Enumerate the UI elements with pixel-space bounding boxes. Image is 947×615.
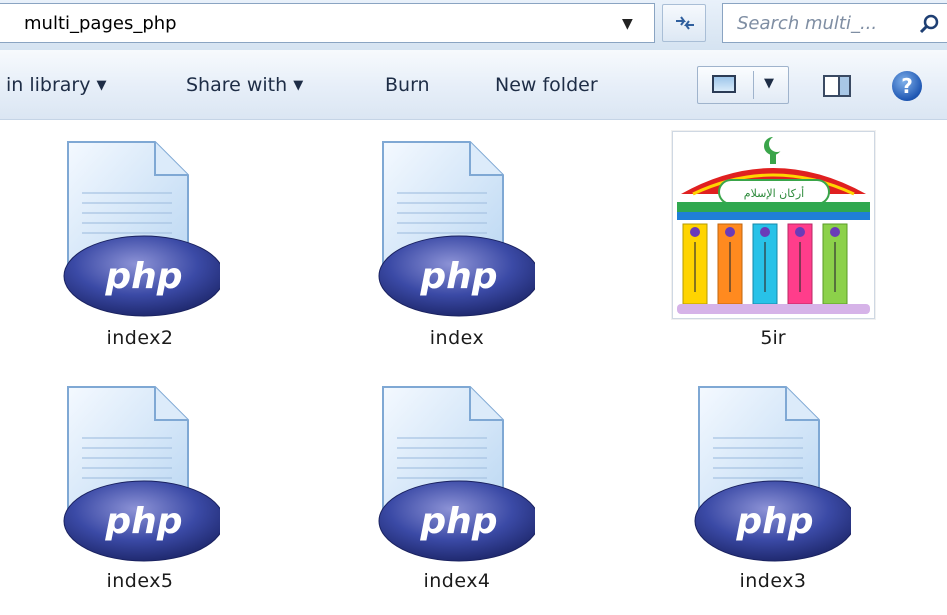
php-file-icon: php <box>63 386 220 562</box>
address-path[interactable]: multi_pages_php <box>24 13 177 34</box>
image-preview: أركان الإسلام <box>677 136 870 314</box>
change-view-button[interactable]: ▼ <box>697 66 789 104</box>
address-history-dropdown-icon[interactable]: ▼ <box>622 16 633 32</box>
share-with-label: Share with <box>186 74 288 96</box>
divider <box>753 71 754 99</box>
php-badge-text: php <box>104 256 182 297</box>
chevron-down-icon: ▼ <box>293 78 304 93</box>
file-name: 5ir <box>760 327 786 349</box>
image-caption: أركان الإسلام <box>744 186 804 200</box>
php-badge-text: php <box>735 501 813 542</box>
command-bar: in library ▼ Share with ▼ Burn New folder … <box>0 50 947 120</box>
file-name: index5 <box>106 570 174 592</box>
search-icon[interactable] <box>919 13 941 35</box>
preview-pane-icon[interactable] <box>823 75 851 97</box>
php-file-icon: php <box>63 141 220 317</box>
search-input[interactable]: Search multi_... <box>737 13 877 34</box>
burn-button[interactable]: Burn <box>385 74 430 96</box>
file-name: index <box>429 327 485 349</box>
file-item[interactable]: php index3 <box>653 375 893 615</box>
file-item[interactable]: php index4 <box>337 375 577 615</box>
file-name: index2 <box>106 327 174 349</box>
include-in-library-label: in library <box>6 74 91 96</box>
php-badge-text: php <box>419 501 497 542</box>
file-name: index4 <box>423 570 491 592</box>
file-name: index3 <box>739 570 807 592</box>
refresh-button[interactable] <box>662 4 706 42</box>
help-icon[interactable]: ? <box>892 71 922 101</box>
view-icon <box>712 75 736 93</box>
new-folder-button[interactable]: New folder <box>495 74 598 96</box>
file-item[interactable]: php index <box>337 130 577 370</box>
refresh-icon <box>676 16 694 30</box>
address-bar[interactable]: multi_pages_php ▼ <box>0 3 655 43</box>
file-item[interactable]: php index2 <box>20 130 260 370</box>
php-badge-text: php <box>104 501 182 542</box>
chevron-down-icon[interactable]: ▼ <box>764 76 774 91</box>
php-badge-text: php <box>419 256 497 297</box>
share-with-button[interactable]: Share with ▼ <box>186 74 303 96</box>
file-item[interactable]: php index5 <box>20 375 260 615</box>
image-thumbnail[interactable]: أركان الإسلام <box>672 131 875 319</box>
php-file-icon: php <box>694 386 851 562</box>
search-box[interactable]: Search multi_... <box>722 3 947 43</box>
include-in-library-button[interactable]: in library ▼ <box>6 74 107 96</box>
chevron-down-icon: ▼ <box>96 78 107 93</box>
php-file-icon: php <box>378 386 535 562</box>
php-file-icon: php <box>378 141 535 317</box>
address-row: multi_pages_php ▼ Search multi_... <box>0 0 947 50</box>
